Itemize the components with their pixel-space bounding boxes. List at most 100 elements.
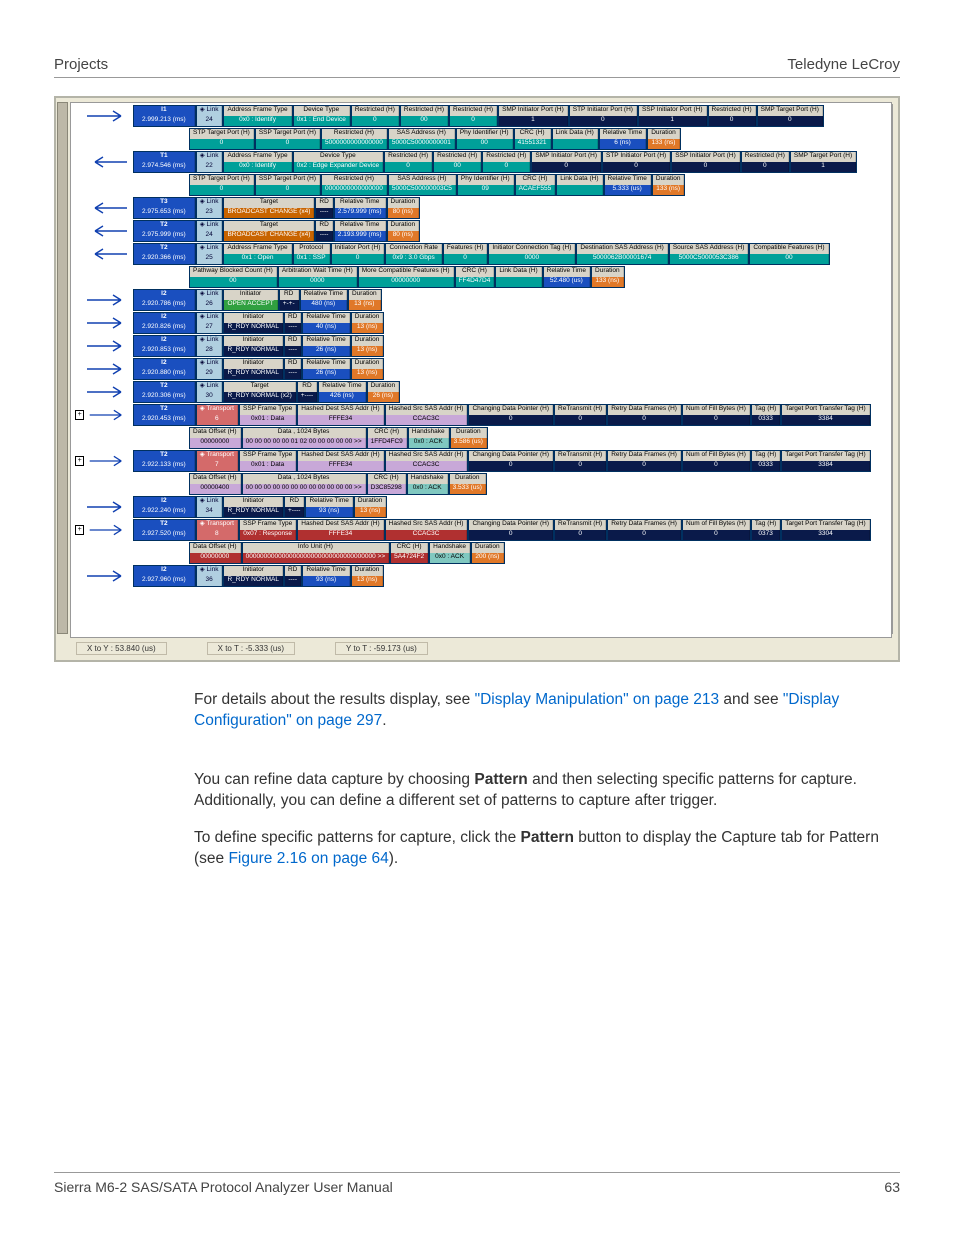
direction-arrow-icon: [83, 109, 131, 123]
status-xt: X to T : -5.333 (us): [207, 642, 295, 655]
field-hssas: Hashed Src SAS Addr (H)CCAC3C: [385, 519, 469, 541]
packet-id-block: T22.927.520 (ms): [133, 519, 196, 541]
field-dur: Duration13 (ns): [351, 312, 385, 334]
field-dur: Duration80 (ns): [387, 220, 421, 242]
packet-row[interactable]: I22.920.786 (ms)◈ Link26InitiatorOPEN AC…: [75, 289, 887, 311]
packet-row[interactable]: T22.920.366 (ms)◈ Link25Address Frame Ty…: [75, 243, 887, 265]
packet-row[interactable]: I22.927.960 (ms)◈ Link36InitiatorR_RDY N…: [75, 565, 887, 587]
field-hshake: Handshake0x0 : ACK: [429, 542, 471, 564]
field-reltime: Relative Time26 (ns): [302, 335, 350, 357]
direction-arrow-icon: [83, 362, 131, 376]
status-yt: Y to T : -59.173 (us): [335, 642, 428, 655]
layer-tag: ◈ Link34: [196, 496, 224, 518]
field-reltime: Relative Time6 (ns): [599, 128, 647, 150]
layer-tag: ◈ Link27: [196, 312, 224, 334]
packet-id-block: T22.975.999 (ms): [133, 220, 196, 242]
packet-subrow[interactable]: Data Offset (H)00000000Info Unit (H)0000…: [75, 542, 887, 564]
field-dur: Duration133 (ns): [591, 266, 625, 288]
field-crc: CRC (H)ACAEF555: [515, 174, 557, 196]
packet-row[interactable]: +T22.927.520 (ms)◈ Transport8SSP Frame T…: [75, 519, 887, 541]
packet-subrow[interactable]: STP Target Port (H)0SSP Target Port (H)0…: [75, 128, 887, 150]
packet-subrow[interactable]: Data Offset (H)00000400Data , 1024 Bytes…: [75, 473, 887, 495]
field-dur: Duration3.533 (us): [449, 473, 487, 495]
field-restr: Restricted (H)00: [400, 105, 449, 127]
field-infounit: Info Unit (H)000000000000000000000000000…: [242, 542, 391, 564]
packet-id-block: I22.922.240 (ms): [133, 496, 196, 518]
packet-subrow[interactable]: Pathway Blocked Count (H)00Arbitration W…: [75, 266, 887, 288]
field-tag: Tag (H)0333: [751, 404, 781, 426]
p2-text-a: You can refine data capture by choosing: [194, 771, 474, 788]
packet-row[interactable]: I22.920.826 (ms)◈ Link27InitiatorR_RDY N…: [75, 312, 887, 334]
packet-row[interactable]: T12.974.546 (ms)◈ Link22Address Frame Ty…: [75, 151, 887, 173]
field-phyid: Phy Identifier (H)00: [456, 128, 514, 150]
field-nfb: Num of Fill Bytes (H)0: [682, 450, 751, 472]
p1-text-b: and see: [719, 691, 783, 708]
field-target: TargetBROADCAST CHANGE (x4): [223, 197, 315, 219]
packet-row[interactable]: T22.975.999 (ms)◈ Link24TargetBROADCAST …: [75, 220, 887, 242]
expand-toggle[interactable]: +: [75, 525, 84, 535]
expand-toggle[interactable]: +: [75, 456, 84, 466]
link-display-manipulation[interactable]: "Display Manipulation" on page 213: [475, 691, 720, 708]
status-bar: X to Y : 53.840 (us) X to T : -5.333 (us…: [70, 638, 892, 655]
field-ssptp: SSP Target Port (H)0: [255, 174, 321, 196]
field-rd: RD----: [284, 358, 302, 380]
packet-row[interactable]: I12.999.213 (ms)◈ Link24Address Frame Ty…: [75, 105, 887, 127]
packet-subrow[interactable]: Data Offset (H)00000000Data , 1024 Bytes…: [75, 427, 887, 449]
field-hdsas: Hashed Dest SAS Addr (H)FFFE34: [297, 404, 384, 426]
field-retx: ReTransmit (H)0: [554, 450, 607, 472]
field-ictag: Initiator Connection Tag (H)0000: [488, 243, 576, 265]
direction-arrow-icon: [83, 247, 131, 261]
direction-arrow-icon: [83, 316, 131, 330]
field-sspft: SSP Frame Type0x01 : Data: [239, 450, 297, 472]
field-reltime: Relative Time40 (ns): [302, 312, 350, 334]
field-cfeat: Compatible Features (H)00: [749, 243, 829, 265]
field-crc: CRC (H)41551321: [514, 128, 552, 150]
field-dur: Duration133 (ns): [647, 128, 681, 150]
packet-row[interactable]: +T22.920.453 (ms)◈ Transport6SSP Frame T…: [75, 404, 887, 426]
field-dur: Duration200 (ns): [471, 542, 505, 564]
packet-row[interactable]: T32.975.653 (ms)◈ Link23TargetBROADCAST …: [75, 197, 887, 219]
layer-tag: ◈ Link26: [196, 289, 224, 311]
layer-tag: ◈ Link28: [196, 335, 224, 357]
field-stptp: STP Target Port (H)0: [189, 128, 255, 150]
footer-title: Sierra M6-2 SAS/SATA Protocol Analyzer U…: [54, 1179, 393, 1195]
packet-row[interactable]: I22.920.880 (ms)◈ Link29InitiatorR_RDY N…: [75, 358, 887, 380]
direction-arrow-icon: [83, 293, 131, 307]
splitter-handle[interactable]: [57, 102, 68, 634]
layer-tag: ◈ Link36: [196, 565, 224, 587]
field-linkdata: Link Data (H): [552, 128, 599, 150]
link-figure-2-16[interactable]: Figure 2.16 on page 64: [228, 850, 388, 867]
field-restr: Restricted (H)0: [708, 105, 757, 127]
direction-arrow-icon: [83, 224, 131, 238]
field-rd: RD+----: [297, 381, 318, 403]
field-hssas: Hashed Src SAS Addr (H)CCAC3C: [385, 450, 469, 472]
packet-row[interactable]: I22.922.240 (ms)◈ Link34InitiatorR_RDY N…: [75, 496, 887, 518]
packet-row[interactable]: I22.920.853 (ms)◈ Link28InitiatorR_RDY N…: [75, 335, 887, 357]
field-hshake: Handshake0x0 : ACK: [408, 427, 450, 449]
packet-id-block: I22.920.786 (ms): [133, 289, 196, 311]
field-init: InitiatorR_RDY NORMAL: [223, 565, 284, 587]
packet-row[interactable]: +T22.922.133 (ms)◈ Transport7SSP Frame T…: [75, 450, 887, 472]
trace-list[interactable]: I12.999.213 (ms)◈ Link24Address Frame Ty…: [71, 103, 891, 590]
packet-id-block: I22.920.853 (ms): [133, 335, 196, 357]
field-phyid: Phy Identifier (H)09: [457, 174, 515, 196]
field-crc: CRC (H)1FFD4FC9: [367, 427, 408, 449]
packet-row[interactable]: T22.920.306 (ms)◈ Link30TargetR_RDY NORM…: [75, 381, 887, 403]
field-iport: Initiator Port (H)0: [331, 243, 386, 265]
direction-arrow-icon: [83, 569, 131, 583]
field-rd: RD+----: [284, 496, 305, 518]
field-rd: RD----: [284, 335, 302, 357]
direction-arrow-icon: [83, 500, 131, 514]
expand-toggle[interactable]: +: [75, 410, 84, 420]
layer-tag: ◈ Link22: [196, 151, 224, 173]
layer-tag: ◈ Link24: [196, 105, 224, 127]
layer-tag: ◈ Transport6: [196, 404, 239, 426]
field-ssptp: SSP Target Port (H)0: [255, 128, 321, 150]
layer-tag: ◈ Link29: [196, 358, 224, 380]
layer-tag: ◈ Link24: [196, 220, 224, 242]
field-reltime: Relative Time93 (ns): [305, 496, 353, 518]
field-nfb: Num of Fill Bytes (H)0: [682, 519, 751, 541]
packet-subrow[interactable]: STP Target Port (H)0SSP Target Port (H)0…: [75, 174, 887, 196]
field-linkdata: Link Data (H): [556, 174, 603, 196]
field-doff: Data Offset (H)00000000: [189, 542, 242, 564]
